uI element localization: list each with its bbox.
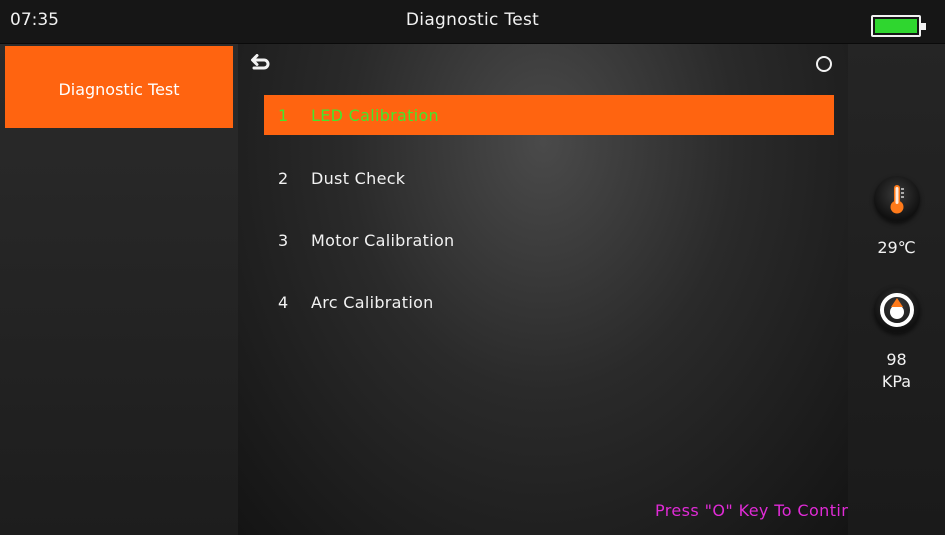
menu-item-number: 2 xyxy=(278,168,289,188)
pressure-unit: KPa xyxy=(881,372,912,391)
menu-item-dust-check[interactable]: 2 Dust Check xyxy=(264,158,834,198)
menu-item-label: LED Calibration xyxy=(311,105,439,125)
menu-item-number: 4 xyxy=(278,292,289,312)
battery-cap xyxy=(921,23,926,30)
menu-item-label: Dust Check xyxy=(311,168,406,188)
temperature-value: 29℃ xyxy=(877,238,916,257)
battery-icon xyxy=(871,15,926,37)
sidebar: Diagnostic Test xyxy=(0,44,238,535)
battery-level xyxy=(875,19,917,33)
menu-item-number: 3 xyxy=(278,230,289,250)
sensor-panel: 29℃ 98 KPa xyxy=(848,44,945,535)
back-arrow-icon[interactable] xyxy=(250,54,270,72)
menu-item-label: Motor Calibration xyxy=(311,230,455,250)
main-panel: 1 LED Calibration 2 Dust Check 3 Motor C… xyxy=(238,44,848,535)
circle-o-icon[interactable] xyxy=(816,56,832,72)
menu-item-label: Arc Calibration xyxy=(311,292,434,312)
menu-item-arc-calibration[interactable]: 4 Arc Calibration xyxy=(264,282,834,322)
menu-item-number: 1 xyxy=(278,105,289,125)
status-bar: 07:35 Diagnostic Test xyxy=(0,0,945,44)
sidebar-item-diagnostic-test[interactable]: Diagnostic Test xyxy=(5,46,233,128)
menu-item-motor-calibration[interactable]: 3 Motor Calibration xyxy=(264,220,834,260)
continue-hint: Press "O" Key To Continue xyxy=(655,501,873,520)
pressure-gauge-icon xyxy=(874,287,920,333)
thermometer-icon xyxy=(874,176,920,222)
menu-item-led-calibration[interactable]: 1 LED Calibration xyxy=(264,95,834,135)
page-title: Diagnostic Test xyxy=(405,10,540,30)
sidebar-item-label: Diagnostic Test xyxy=(58,80,180,99)
pressure-value: 98 xyxy=(886,350,907,369)
